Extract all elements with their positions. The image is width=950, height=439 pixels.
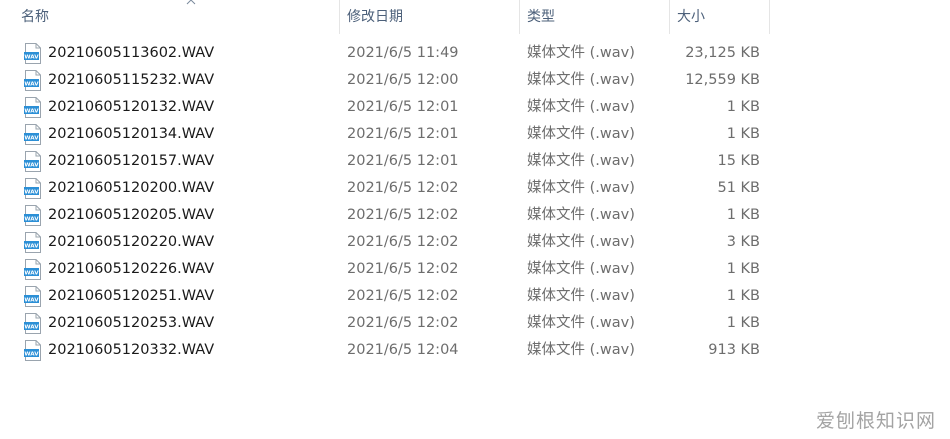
file-modified-date: 2021/6/5 12:01 (347, 153, 459, 169)
file-size: 1 KB (726, 288, 760, 304)
wav-badge-label: WAV (24, 352, 39, 358)
file-row[interactable]: WAV 20210605120251.WAV 2021/6/5 12:02 媒体文件 … (0, 283, 770, 310)
file-row[interactable]: WAV 20210605120220.WAV 2021/6/5 12:02 媒体文件 … (0, 229, 770, 256)
column-header-name-label: 名称 (21, 9, 49, 25)
file-type: 媒体文件 (.wav) (527, 234, 635, 250)
file-name: 20210605120205.WAV (48, 207, 215, 223)
file-modified-date: 2021/6/5 12:01 (347, 99, 459, 115)
file-type: 媒体文件 (.wav) (527, 261, 635, 277)
wav-file-icon: WAV (24, 205, 41, 226)
file-row[interactable]: WAV 20210605120200.WAV 2021/6/5 12:02 媒体文件 … (0, 175, 770, 202)
file-size: 1 KB (726, 99, 760, 115)
file-name: 20210605120332.WAV (48, 342, 215, 358)
file-size: 12,559 KB (685, 72, 760, 88)
file-type: 媒体文件 (.wav) (527, 153, 635, 169)
column-header-size[interactable]: 大小 (670, 0, 770, 34)
file-modified-date: 2021/6/5 12:02 (347, 261, 459, 277)
file-name: 20210605120200.WAV (48, 180, 215, 196)
column-header-type[interactable]: 类型 (520, 0, 670, 34)
wav-file-icon: WAV (24, 286, 41, 307)
wav-badge-label: WAV (24, 325, 39, 331)
column-header-date[interactable]: 修改日期 (340, 0, 520, 34)
wav-badge-label: WAV (24, 136, 39, 142)
wav-file-icon: WAV (24, 340, 41, 361)
file-name: 20210605120226.WAV (48, 261, 215, 277)
file-name: 20210605120253.WAV (48, 315, 215, 331)
wav-file-icon: WAV (24, 259, 41, 280)
file-size: 913 KB (708, 342, 760, 358)
wav-file-icon: WAV (24, 97, 41, 118)
file-type: 媒体文件 (.wav) (527, 180, 635, 196)
column-header-name[interactable]: 名称 (14, 0, 340, 34)
file-size: 15 KB (717, 153, 760, 169)
wav-badge-label: WAV (24, 55, 39, 61)
file-name: 20210605120132.WAV (48, 99, 215, 115)
wav-file-icon: WAV (24, 43, 41, 64)
file-row[interactable]: WAV 20210605120134.WAV 2021/6/5 12:01 媒体文件 … (0, 121, 770, 148)
file-name: 20210605120157.WAV (48, 153, 215, 169)
wav-file-icon: WAV (24, 124, 41, 145)
wav-badge-label: WAV (24, 190, 39, 196)
file-type: 媒体文件 (.wav) (527, 99, 635, 115)
file-name: 20210605113602.WAV (48, 45, 215, 61)
file-modified-date: 2021/6/5 12:02 (347, 315, 459, 331)
file-row[interactable]: WAV 20210605120157.WAV 2021/6/5 12:01 媒体文件 … (0, 148, 770, 175)
file-modified-date: 2021/6/5 12:01 (347, 126, 459, 142)
wav-badge-label: WAV (24, 82, 39, 88)
file-modified-date: 2021/6/5 12:02 (347, 180, 459, 196)
file-size: 1 KB (726, 261, 760, 277)
file-row[interactable]: WAV 20210605120253.WAV 2021/6/5 12:02 媒体文件 … (0, 310, 770, 337)
wav-badge-label: WAV (24, 298, 39, 304)
file-row[interactable]: WAV 20210605120226.WAV 2021/6/5 12:02 媒体文件 … (0, 256, 770, 283)
file-type: 媒体文件 (.wav) (527, 126, 635, 142)
wav-badge-label: WAV (24, 109, 39, 115)
wav-badge-label: WAV (24, 163, 39, 169)
wav-file-icon: WAV (24, 178, 41, 199)
wav-badge-label: WAV (24, 217, 39, 223)
file-type: 媒体文件 (.wav) (527, 288, 635, 304)
watermark: 爱刨根知识网 (815, 410, 936, 432)
file-modified-date: 2021/6/5 12:02 (347, 288, 459, 304)
file-name: 20210605120220.WAV (48, 234, 215, 250)
column-header-date-label: 修改日期 (347, 9, 403, 25)
file-modified-date: 2021/6/5 11:49 (347, 45, 459, 61)
file-type: 媒体文件 (.wav) (527, 72, 635, 88)
file-modified-date: 2021/6/5 12:04 (347, 342, 459, 358)
file-type: 媒体文件 (.wav) (527, 342, 635, 358)
wav-badge-label: WAV (24, 271, 39, 277)
file-size: 23,125 KB (685, 45, 760, 61)
file-type: 媒体文件 (.wav) (527, 315, 635, 331)
wav-badge-label: WAV (24, 244, 39, 250)
file-type: 媒体文件 (.wav) (527, 207, 635, 223)
file-size: 1 KB (726, 315, 760, 331)
file-size: 1 KB (726, 207, 760, 223)
wav-file-icon: WAV (24, 313, 41, 334)
file-size: 3 KB (726, 234, 760, 250)
column-header-bar: 名称 修改日期 类型 大小 (0, 0, 770, 34)
file-row[interactable]: WAV 20210605120205.WAV 2021/6/5 12:02 媒体文件 … (0, 202, 770, 229)
wav-file-icon: WAV (24, 232, 41, 253)
file-row[interactable]: WAV 20210605115232.WAV 2021/6/5 12:00 媒体文件 … (0, 67, 770, 94)
file-row[interactable]: WAV 20210605120332.WAV 2021/6/5 12:04 媒体文件 … (0, 337, 770, 364)
file-modified-date: 2021/6/5 12:02 (347, 207, 459, 223)
file-modified-date: 2021/6/5 12:00 (347, 72, 459, 88)
file-row[interactable]: WAV 20210605120132.WAV 2021/6/5 12:01 媒体文件 … (0, 94, 770, 121)
chevron-up-icon (186, 0, 196, 5)
wav-file-icon: WAV (24, 70, 41, 91)
file-type: 媒体文件 (.wav) (527, 45, 635, 61)
column-header-type-label: 类型 (527, 9, 555, 25)
column-header-size-label: 大小 (677, 9, 705, 25)
file-list: WAV 20210605113602.WAV 2021/6/5 11:49 媒体文件 … (0, 40, 770, 364)
file-row[interactable]: WAV 20210605113602.WAV 2021/6/5 11:49 媒体文件 … (0, 40, 770, 67)
file-modified-date: 2021/6/5 12:02 (347, 234, 459, 250)
file-size: 51 KB (717, 180, 760, 196)
file-name: 20210605120134.WAV (48, 126, 215, 142)
wav-file-icon: WAV (24, 151, 41, 172)
file-name: 20210605120251.WAV (48, 288, 215, 304)
file-name: 20210605115232.WAV (48, 72, 215, 88)
file-size: 1 KB (726, 126, 760, 142)
